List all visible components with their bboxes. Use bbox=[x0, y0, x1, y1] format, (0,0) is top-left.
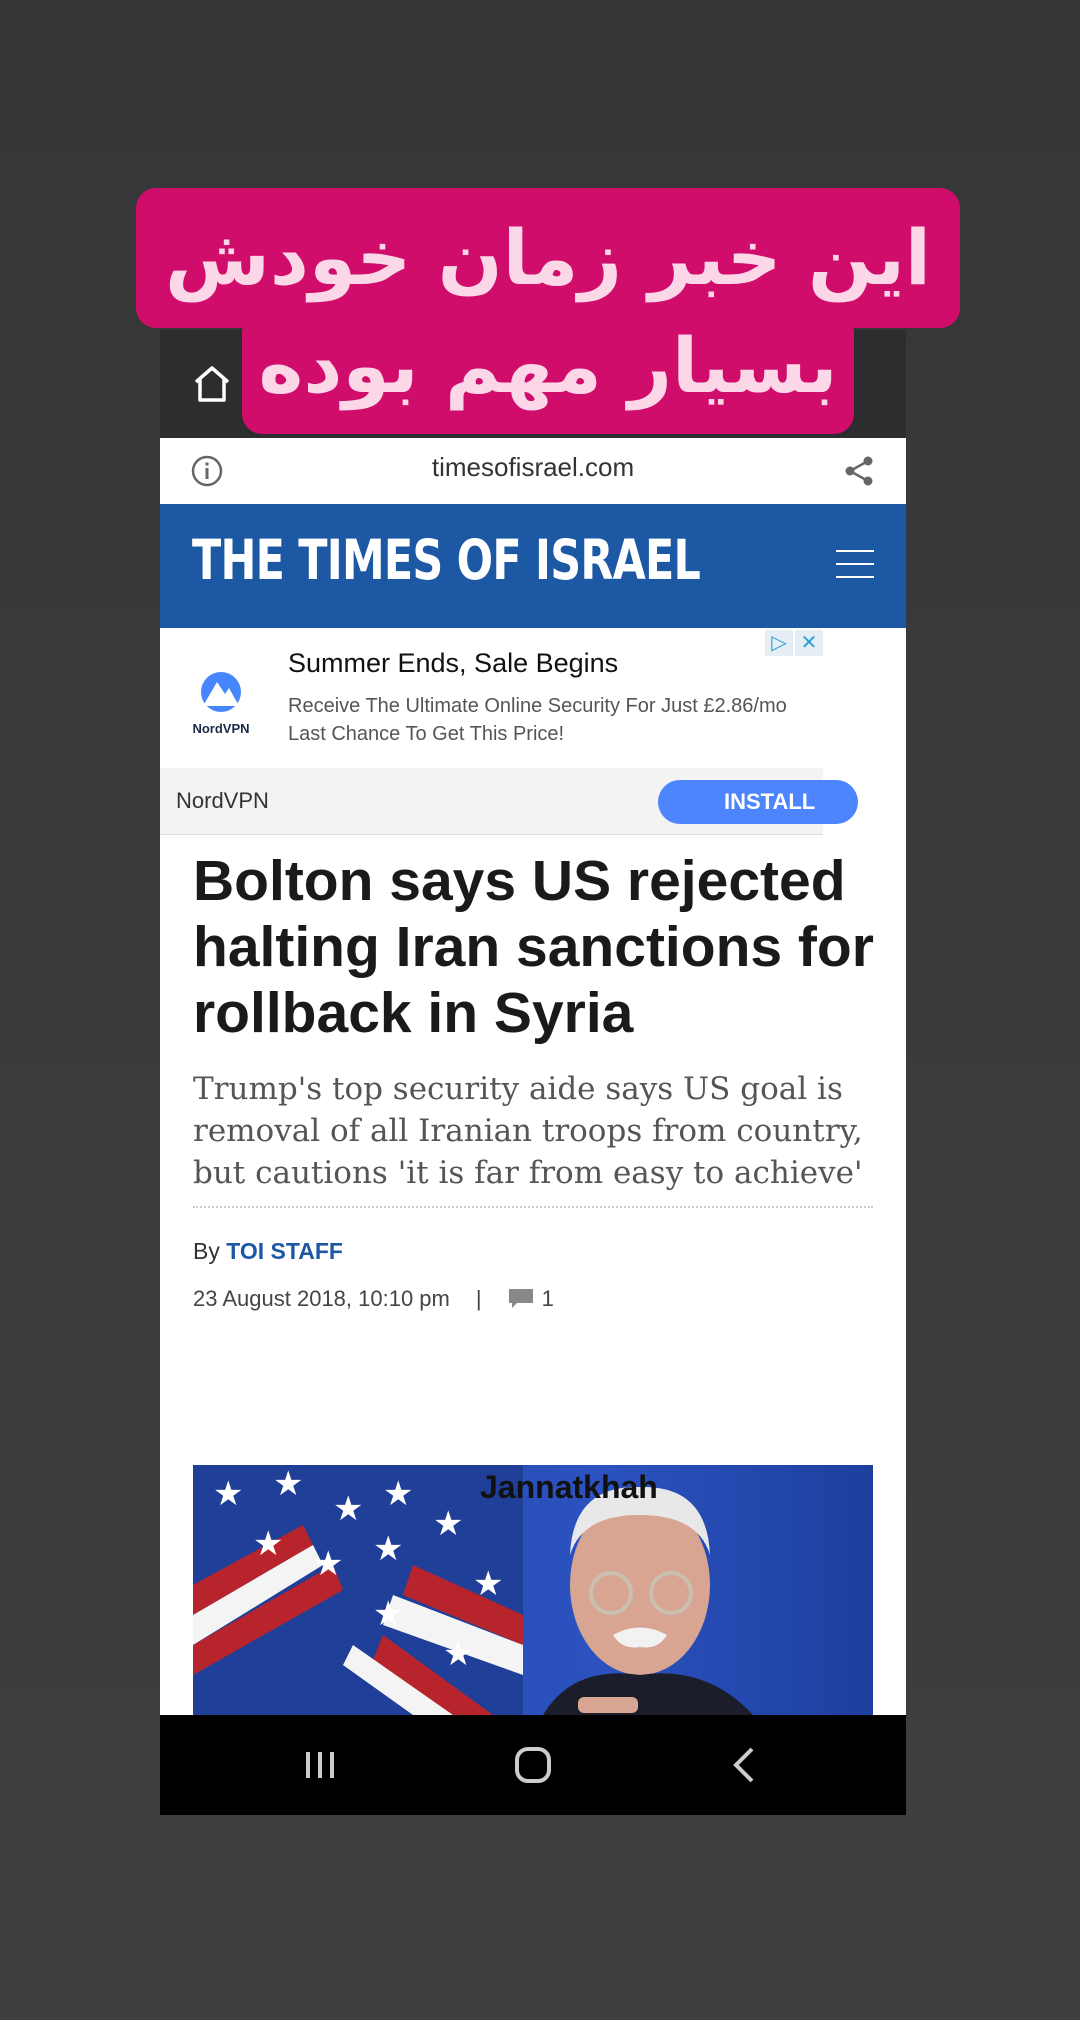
svg-text:★: ★ bbox=[253, 1524, 283, 1564]
article-subheadline: Trump's top security aide says US goal i… bbox=[193, 1071, 863, 1191]
caption-line-1: این خبر زمان خودش bbox=[165, 213, 931, 302]
svg-text:★: ★ bbox=[433, 1504, 463, 1544]
nordvpn-logo-icon: NordVPN bbox=[176, 668, 266, 738]
system-nav-bar bbox=[160, 1715, 906, 1815]
dateline: 23 August 2018, 10:10 pm | 1 bbox=[193, 1286, 554, 1312]
back-icon[interactable] bbox=[722, 1741, 770, 1789]
site-logo[interactable]: THE TIMES OF ISRAEL bbox=[192, 528, 701, 592]
ad-desc-line-2: Last Chance To Get This Price! bbox=[288, 723, 565, 745]
svg-text:★: ★ bbox=[383, 1474, 413, 1514]
svg-text:★: ★ bbox=[273, 1465, 303, 1504]
advertisement[interactable]: NordVPN Summer Ends, Sale Begins Receive… bbox=[160, 628, 858, 835]
adchoices-icon[interactable]: ▷ bbox=[765, 630, 793, 656]
ad-title[interactable]: Summer Ends, Sale Begins bbox=[288, 648, 618, 679]
ad-footer: NordVPN INSTALL bbox=[160, 768, 858, 835]
nordvpn-mountain-icon bbox=[201, 672, 241, 712]
url-text[interactable]: timesofisrael.com bbox=[160, 452, 906, 483]
comment-count[interactable]: 1 bbox=[542, 1286, 554, 1312]
svg-text:★: ★ bbox=[373, 1529, 403, 1569]
close-icon[interactable]: ✕ bbox=[795, 630, 823, 656]
author-link[interactable]: TOI STAFF bbox=[226, 1238, 343, 1264]
menu-icon[interactable] bbox=[836, 550, 874, 582]
caption-line-2: بسیار مهم بوده bbox=[258, 321, 838, 410]
comment-icon[interactable] bbox=[508, 1288, 534, 1310]
recent-apps-icon[interactable] bbox=[296, 1741, 344, 1789]
ad-description: Receive The Ultimate Online Security For… bbox=[288, 692, 823, 748]
share-icon[interactable] bbox=[842, 454, 876, 488]
install-button[interactable]: INSTALL bbox=[658, 780, 858, 824]
divider bbox=[193, 1206, 873, 1208]
svg-text:★: ★ bbox=[473, 1564, 503, 1604]
svg-text:★: ★ bbox=[313, 1544, 343, 1584]
address-bar[interactable]: timesofisrael.com bbox=[160, 438, 906, 505]
article-photo[interactable]: ★ ★ ★ ★ ★ ★ ★ ★ ★ ★ ★ Jannatkhah bbox=[193, 1465, 873, 1715]
publish-date: 23 August 2018, 10:10 pm bbox=[193, 1286, 450, 1311]
phone-screen: timesofisrael.com THE TIMES OF ISRAEL No… bbox=[160, 330, 906, 1815]
photo-watermark: Jannatkhah bbox=[480, 1469, 658, 1505]
separator: | bbox=[475, 1286, 482, 1311]
ad-brand: NordVPN bbox=[176, 788, 269, 813]
svg-text:★: ★ bbox=[443, 1634, 473, 1674]
byline-prefix: By bbox=[193, 1238, 220, 1264]
ad-logo-text: NordVPN bbox=[192, 721, 250, 736]
ad-badges: ▷ ✕ bbox=[765, 630, 823, 656]
home-nav-icon[interactable] bbox=[509, 1741, 557, 1789]
byline: By TOI STAFF bbox=[193, 1238, 343, 1265]
article-headline: Bolton says US rejected halting Iran san… bbox=[193, 849, 874, 1045]
svg-text:★: ★ bbox=[213, 1474, 243, 1514]
caption-overlay: این خبر زمان خودش بسیار مهم بوده bbox=[136, 188, 960, 448]
site-header: THE TIMES OF ISRAEL bbox=[160, 504, 906, 628]
ad-desc-line-1: Receive The Ultimate Online Security For… bbox=[288, 695, 787, 717]
svg-text:★: ★ bbox=[373, 1594, 403, 1634]
svg-text:★: ★ bbox=[333, 1489, 363, 1529]
